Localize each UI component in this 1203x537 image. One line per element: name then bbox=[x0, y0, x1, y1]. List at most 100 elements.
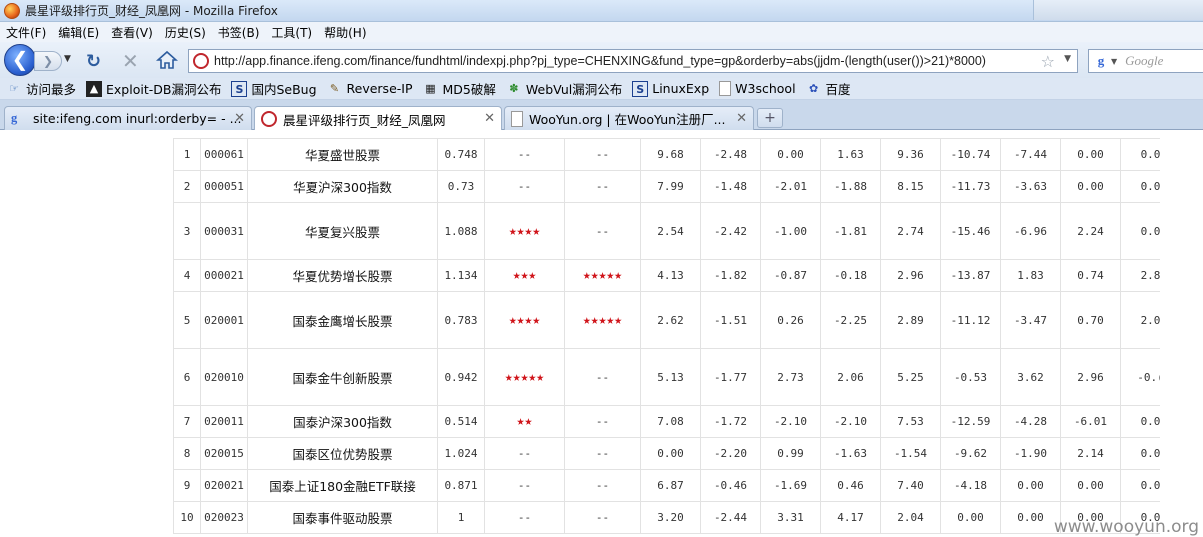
fund-name-cell[interactable]: 国泰区位优势股票 bbox=[247, 437, 438, 470]
fund-code-cell: 020023 bbox=[200, 501, 248, 534]
home-button[interactable] bbox=[156, 50, 178, 70]
tab-wooyun[interactable]: WooYun.org | 在WooYun注册厂... ✕ bbox=[504, 106, 754, 130]
forward-button[interactable]: ❯ bbox=[34, 51, 62, 71]
tab-ifeng[interactable]: 晨星评级排行页_财经_凤凰网 ✕ bbox=[254, 106, 502, 131]
bookmark-most-visited[interactable]: ☞ 访问最多 bbox=[6, 79, 76, 98]
return-cell: 2.74 bbox=[880, 202, 941, 260]
table-row: 7 020011 国泰沪深300指数 0.514 ★★ -- 7.08 -1.72 -2.10-… bbox=[173, 405, 1181, 438]
return-cell: -1.81 bbox=[820, 202, 881, 260]
history-dropdown-icon[interactable]: ▼ bbox=[64, 54, 71, 64]
fund-name-cell[interactable]: 华夏盛世股票 bbox=[247, 138, 438, 171]
close-tab-icon[interactable]: ✕ bbox=[234, 111, 245, 126]
bookmark-exploit-db[interactable]: ▲ Exploit-DB漏洞公布 bbox=[86, 79, 221, 98]
nav-cell: 0.871 bbox=[437, 469, 485, 502]
fund-name-cell[interactable]: 国泰金牛创新股票 bbox=[247, 348, 438, 406]
bookmark-reverse-ip[interactable]: ✎ Reverse-IP bbox=[327, 81, 413, 97]
return-cell: 0.74 bbox=[1060, 259, 1121, 292]
fund-name-cell[interactable]: 国泰金鹰增长股票 bbox=[247, 291, 438, 349]
fund-name-cell[interactable]: 国泰事件驱动股票 bbox=[247, 501, 438, 534]
nav-cell: 0.514 bbox=[437, 405, 485, 438]
bookmark-webvul[interactable]: ✽ WebVul漏洞公布 bbox=[506, 79, 622, 98]
bookmark-sebug[interactable]: S 国内SeBug bbox=[231, 79, 317, 98]
nav-cell: 0.748 bbox=[437, 138, 485, 171]
return-cell: 9.36 bbox=[880, 138, 941, 171]
fund-name-cell[interactable]: 国泰上证180金融ETF联接 bbox=[247, 469, 438, 502]
tab-label: site:ifeng.com inurl:orderby= - ... bbox=[33, 111, 242, 126]
return-cell: 0.00 bbox=[1000, 501, 1061, 534]
return-cell: -1.48 bbox=[700, 170, 761, 203]
menu-edit[interactable]: 编辑(E) bbox=[52, 24, 105, 41]
menu-history[interactable]: 历史(S) bbox=[159, 24, 212, 41]
page-icon bbox=[511, 110, 523, 127]
fund-name-cell[interactable]: 华夏复兴股票 bbox=[247, 202, 438, 260]
search-input[interactable]: Google bbox=[1125, 53, 1163, 69]
tab-label: WooYun.org | 在WooYun注册厂... bbox=[529, 112, 726, 127]
rating-5yr-cell: -- bbox=[564, 202, 641, 260]
bookmark-baidu[interactable]: ✿ 百度 bbox=[806, 79, 851, 98]
rating-3yr-cell: ★★★★ bbox=[484, 291, 565, 349]
return-cell: -1.77 bbox=[700, 348, 761, 406]
reload-button[interactable]: ↻ bbox=[86, 51, 101, 72]
return-cell: -4.28 bbox=[1000, 405, 1061, 438]
fund-name-cell[interactable]: 华夏沪深300指数 bbox=[247, 170, 438, 203]
menu-help[interactable]: 帮助(H) bbox=[318, 24, 372, 41]
new-tab-button[interactable]: + bbox=[757, 108, 783, 128]
rating-3yr-cell: -- bbox=[484, 469, 565, 502]
return-cell: -2.44 bbox=[700, 501, 761, 534]
window-titlebar: 晨星评级排行页_财经_凤凰网 - Mozilla Firefox bbox=[0, 0, 1203, 22]
rating-5yr-cell: -- bbox=[564, 170, 641, 203]
bookmark-folder-icon: ☞ bbox=[9, 81, 19, 95]
menu-bookmarks[interactable]: 书签(B) bbox=[212, 24, 266, 41]
url-bar[interactable]: http://app.finance.ifeng.com/finance/fun… bbox=[188, 49, 1078, 73]
page-content: 1 000061 华夏盛世股票 0.748 -- -- 9.68 -2.48 0.00 1.63 9… bbox=[0, 130, 1203, 537]
bookmark-md5[interactable]: ▦ MD5破解 bbox=[423, 79, 496, 98]
return-cell: 0.00 bbox=[760, 138, 821, 171]
return-cell: -1.00 bbox=[760, 202, 821, 260]
sebug-icon: S bbox=[231, 80, 248, 97]
table-row: 5 020001 国泰金鹰增长股票 0.783 ★★★★ ★★★★★ 2.62 -1.51 0.… bbox=[173, 291, 1181, 349]
tab-google-search[interactable]: g site:ifeng.com inurl:orderby= - ... ✕ bbox=[4, 106, 252, 130]
baidu-icon: ✿ bbox=[808, 81, 819, 95]
md5-icon: ▦ bbox=[425, 81, 436, 95]
return-cell: 8.15 bbox=[880, 170, 941, 203]
return-cell: 0.70 bbox=[1060, 291, 1121, 349]
firefox-logo-icon bbox=[4, 2, 20, 19]
table-row: 6 020010 国泰金牛创新股票 0.942 ★★★★★ -- 5.13 -1.77 2.73… bbox=[173, 348, 1181, 406]
fund-name-cell[interactable]: 国泰沪深300指数 bbox=[247, 405, 438, 438]
menu-file[interactable]: 文件(F) bbox=[0, 24, 52, 41]
search-engine-dropdown-icon[interactable]: ▼ bbox=[1111, 57, 1117, 66]
url-input[interactable]: http://app.finance.ifeng.com/finance/fun… bbox=[214, 54, 986, 68]
fund-ranking-table: 1 000061 华夏盛世股票 0.748 -- -- 9.68 -2.48 0.00 1.63 9… bbox=[173, 138, 1181, 534]
fund-name-cell[interactable]: 华夏优势增长股票 bbox=[247, 259, 438, 292]
return-cell: 2.24 bbox=[1060, 202, 1121, 260]
tab-label: 晨星评级排行页_财经_凤凰网 bbox=[283, 112, 446, 128]
rating-3yr-cell: ★★★ bbox=[484, 259, 565, 292]
bookmark-w3school[interactable]: W3school bbox=[719, 81, 796, 96]
search-bar[interactable]: g ▼ Google bbox=[1088, 49, 1203, 73]
window-controls[interactable] bbox=[1033, 0, 1203, 20]
close-tab-icon[interactable]: ✕ bbox=[484, 111, 495, 126]
return-cell: 5.25 bbox=[880, 348, 941, 406]
google-icon[interactable]: g bbox=[1093, 53, 1109, 69]
return-cell: 0.00 bbox=[940, 501, 1001, 534]
fund-code-cell: 000021 bbox=[200, 259, 248, 292]
return-cell: 2.89 bbox=[880, 291, 941, 349]
back-button[interactable]: ❮ bbox=[4, 44, 36, 76]
menu-tools[interactable]: 工具(T) bbox=[265, 24, 318, 41]
close-tab-icon[interactable]: ✕ bbox=[736, 111, 747, 126]
nav-cell: 1 bbox=[437, 501, 485, 534]
return-cell: -1.63 bbox=[820, 437, 881, 470]
return-cell: -0.87 bbox=[760, 259, 821, 292]
bookmark-star-icon[interactable]: ☆ bbox=[1040, 52, 1055, 71]
url-dropdown-icon[interactable]: ▼ bbox=[1064, 54, 1071, 64]
google-icon: g bbox=[11, 110, 18, 125]
return-cell: 0.00 bbox=[640, 437, 701, 470]
return-cell: -12.59 bbox=[940, 405, 1001, 438]
menu-bar: 文件(F) 编辑(E) 查看(V) 历史(S) 书签(B) 工具(T) 帮助(H… bbox=[0, 22, 1203, 42]
rating-3yr-cell: -- bbox=[484, 501, 565, 534]
stop-button[interactable]: ✕ bbox=[122, 49, 139, 73]
fund-code-cell: 020001 bbox=[200, 291, 248, 349]
bookmark-linuxexp[interactable]: S LinuxExp bbox=[632, 80, 709, 97]
table-row: 9 020021 国泰上证180金融ETF联接 0.871 -- -- 6.87 -0.46-… bbox=[173, 469, 1181, 502]
menu-view[interactable]: 查看(V) bbox=[105, 24, 159, 41]
